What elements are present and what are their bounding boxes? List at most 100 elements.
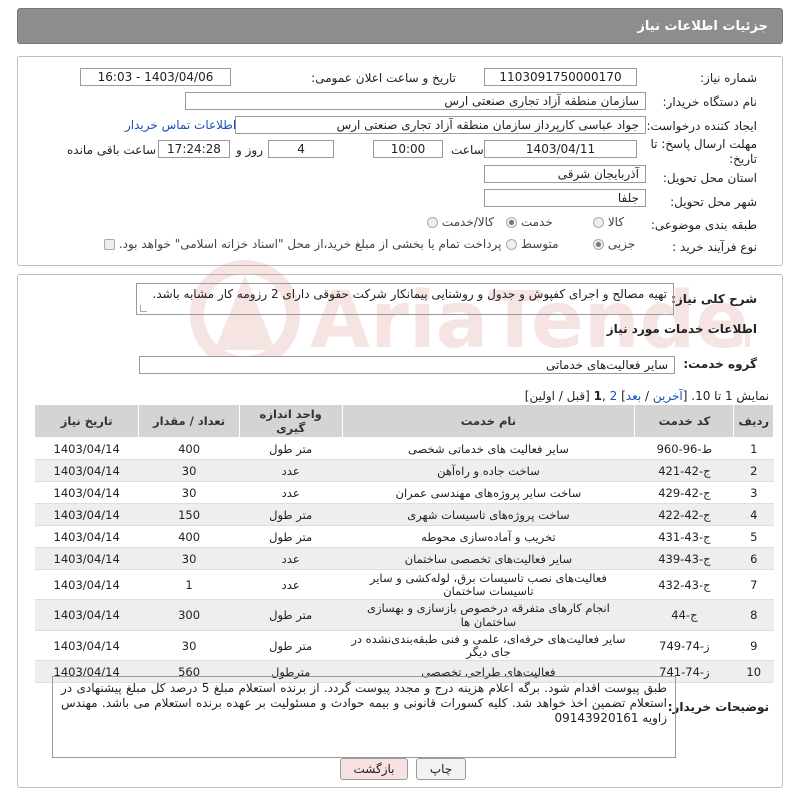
cell-name: سایر فعالیت های خدماتی شخصی (342, 437, 635, 460)
general-desc-label: شرح کلی نیاز: (671, 292, 757, 306)
col-name: نام خدمت (341, 404, 636, 438)
need-number-label: شماره نیاز: (700, 71, 757, 85)
process-minor-label: جزیی (607, 237, 636, 251)
cell-unit: متر طول (239, 525, 343, 548)
cell-qty: 30 (138, 630, 240, 661)
table-row: 4 ج-42-422 ساخت پروژه‌های تاسیسات شهری م… (34, 503, 774, 526)
table-header-row: ردیف کد خدمت نام خدمت واحد اندازه گیری ت… (33, 404, 774, 438)
pagination-sep: / (641, 389, 653, 403)
pagination-suffix: ] (617, 389, 626, 403)
cell-date: 1403/04/14 (34, 481, 139, 504)
category-option-service[interactable]: خدمت (506, 215, 553, 229)
category-service-label: خدمت (520, 215, 553, 229)
buyer-org-field: سازمان منطقه آزاد تجاری صنعتی ارس (185, 92, 646, 110)
cell-name: فعالیت‌های نصب تاسیسات برق، لوله‌کشی و س… (342, 569, 635, 600)
cell-name: تخریب و آماده‌سازی محوطه (342, 525, 635, 548)
cell-code: ج-42-421 (634, 459, 734, 482)
print-button[interactable]: چاپ (416, 758, 466, 780)
col-unit: واحد اندازه گیری (238, 404, 343, 438)
cell-code: ج-43-432 (634, 569, 734, 600)
services-table: ردیف کد خدمت نام خدمت واحد اندازه گیری ت… (33, 404, 774, 683)
days-field: 4 (268, 140, 334, 158)
process-medium-label: متوسط (520, 237, 559, 251)
payment-option[interactable]: پرداخت تمام یا بخشی از مبلغ خرید،از محل … (104, 237, 502, 251)
cell-date: 1403/04/14 (34, 547, 139, 570)
cell-name: ساخت سایر پروژه‌های مهندسی عمران (342, 481, 635, 504)
cell-date: 1403/04/14 (34, 569, 139, 600)
payment-note: پرداخت تمام یا بخشی از مبلغ خرید،از محل … (118, 237, 502, 251)
col-row: ردیف (733, 404, 774, 438)
table-row: 5 ج-43-431 تخریب و آماده‌سازی محوطه متر … (34, 525, 774, 548)
table-row: 2 ج-42-421 ساخت جاده و راه‌آهن عدد 30 14… (34, 459, 774, 482)
category-label: طبقه بندی موضوعی: (650, 218, 757, 232)
category-option-both[interactable]: کالا/خدمت (427, 215, 494, 229)
col-code: کد خدمت (634, 404, 735, 438)
cell-date: 1403/04/14 (34, 630, 139, 661)
table-row: 8 ج-44 انجام کارهای متفرقه درخصوص بازساز… (34, 599, 774, 631)
cell-date: 1403/04/14 (34, 437, 139, 460)
service-group-field: سایر فعالیت‌های خدماتی (139, 356, 675, 374)
process-medium-radio[interactable] (506, 239, 517, 250)
deadline-date-field: 1403/04/11 (484, 140, 637, 158)
cell-code: ج-43-439 (634, 547, 734, 570)
buyer-contact-link[interactable]: اطلاعات تماس خریدار (125, 118, 236, 132)
cell-unit: متر طول (239, 630, 343, 661)
cell-qty: 400 (138, 437, 240, 460)
cell-code: ج-43-431 (634, 525, 734, 548)
process-minor-radio[interactable] (593, 239, 604, 250)
pagination-prefix: نمایش 1 تا 10. [ (682, 389, 769, 403)
cell-qty: 30 (138, 481, 240, 504)
process-option-minor[interactable]: جزیی (593, 237, 635, 251)
announce-field: 1403/04/06 - 16:03 (80, 68, 231, 86)
cell-row: 2 (733, 459, 774, 482)
remaining-time-field: 17:24:28 (158, 140, 230, 158)
cell-row: 6 (733, 547, 774, 570)
cell-date: 1403/04/14 (34, 503, 139, 526)
category-option-goods[interactable]: کالا (593, 215, 624, 229)
payment-checkbox[interactable] (104, 239, 115, 250)
cell-name: انجام کارهای متفرقه درخصوص بازسازی و بهس… (342, 599, 635, 631)
cell-row: 8 (733, 599, 774, 631)
announce-label: تاریخ و ساعت اعلان عمومی: (311, 71, 456, 85)
cell-qty: 30 (138, 459, 240, 482)
resize-handle-icon[interactable] (140, 305, 147, 312)
remaining-label: ساعت باقی مانده (67, 143, 157, 157)
creator-field: جواد عباسی کارپرداز سازمان منطقه آزاد تج… (235, 116, 646, 134)
cell-qty: 400 (138, 525, 240, 548)
col-date: تاریخ نیاز (33, 404, 140, 438)
cell-row: 7 (733, 569, 774, 600)
pagination-next-link[interactable]: بعد (626, 389, 641, 403)
table-row: 6 ج-43-439 سایر فعالیت‌های تخصصی ساختمان… (34, 547, 774, 570)
city-field: جلفا (484, 189, 646, 207)
cell-code: ز-74-749 (634, 630, 734, 661)
cell-unit: متر طول (239, 437, 343, 460)
cell-date: 1403/04/14 (34, 599, 139, 631)
table-row: 7 ج-43-432 فعالیت‌های نصب تاسیسات برق، ل… (34, 569, 774, 600)
category-both-radio[interactable] (427, 217, 438, 228)
days-label: روز و (236, 143, 263, 157)
pagination: نمایش 1 تا 10. [آخرین / بعد] 2 ,1 [قبل /… (524, 389, 769, 403)
province-label: استان محل تحویل: (662, 171, 757, 185)
cell-name: ساخت پروژه‌های تاسیسات شهری (342, 503, 635, 526)
cell-unit: عدد (239, 547, 343, 570)
category-service-radio[interactable] (506, 217, 517, 228)
pagination-tail: [قبل / اولین] (524, 389, 590, 403)
table-row: 1 ط-96-960 سایر فعالیت های خدماتی شخصی م… (34, 437, 774, 460)
process-option-medium[interactable]: متوسط (506, 237, 559, 251)
cell-qty: 30 (138, 547, 240, 570)
deadline-time-field: 10:00 (373, 140, 443, 158)
category-goods-radio[interactable] (593, 217, 604, 228)
cell-name: سایر فعالیت‌های تخصصی ساختمان (342, 547, 635, 570)
page-title: جزئیات اطلاعات نیاز (637, 18, 768, 34)
process-label: نوع فرآیند خرید : (672, 240, 757, 254)
back-button[interactable]: بازگشت (340, 758, 408, 780)
cell-row: 9 (733, 630, 774, 661)
deadline-time-label: ساعت (451, 143, 484, 157)
creator-label: ایجاد کننده درخواست: (646, 119, 757, 133)
cell-row: 3 (733, 481, 774, 504)
category-goods-label: کالا (607, 215, 625, 229)
pagination-last-link[interactable]: آخرین (653, 389, 683, 403)
table-row: 9 ز-74-749 سایر فعالیت‌های حرفه‌ای، علمی… (34, 630, 774, 661)
col-qty: تعداد / مقدار (138, 404, 240, 438)
cell-code: ج-44 (634, 599, 734, 631)
